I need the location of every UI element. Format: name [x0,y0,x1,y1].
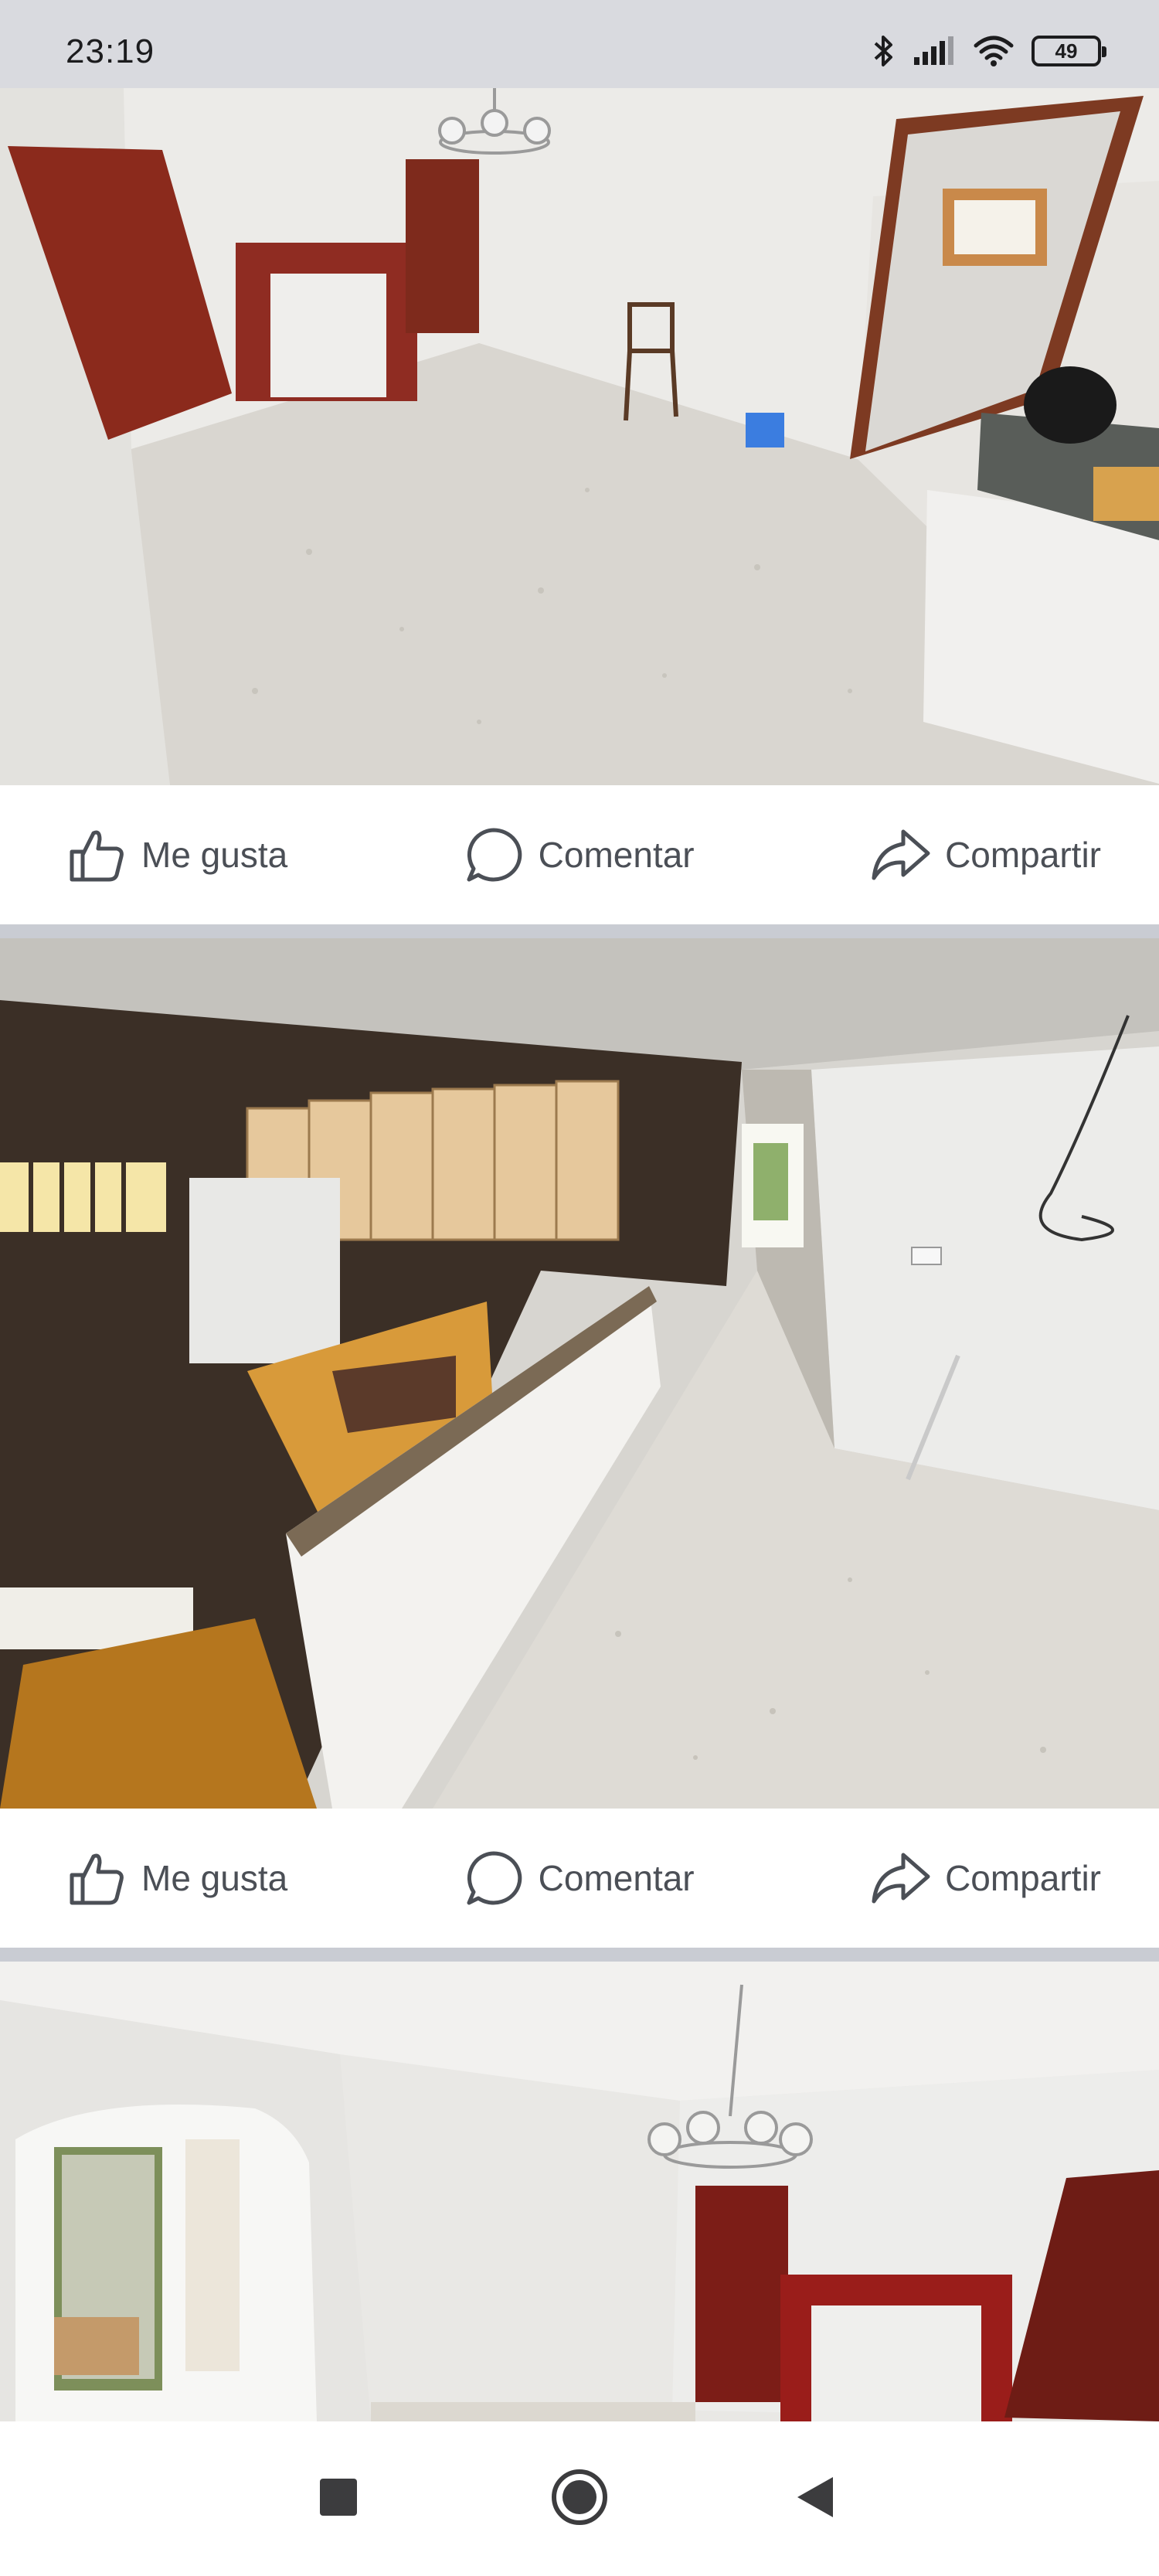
post-photo-1[interactable] [0,88,1159,785]
comment-bubble-icon [463,824,525,886]
bluetooth-icon [872,34,896,68]
like-button[interactable]: Me gusta [66,1847,287,1909]
share-button[interactable]: Compartir [869,1847,1101,1909]
battery-level: 49 [1055,39,1078,63]
comment-button[interactable]: Comentar [463,1847,695,1909]
like-label: Me gusta [141,1858,288,1898]
back-icon [794,2476,836,2523]
wifi-icon [973,35,1015,67]
post-divider [0,1948,1159,1962]
like-label: Me gusta [141,835,288,875]
signal-icon [913,36,956,66]
comment-label: Comentar [538,835,695,875]
recents-icon [318,2476,359,2522]
post-actions-1: Me gusta Comentar Compartir [0,785,1159,924]
status-time: 23:19 [66,32,155,70]
system-nav-bar [0,2421,1159,2576]
post-actions-2: Me gusta Comentar Compartir [0,1809,1159,1948]
share-label: Compartir [945,835,1101,875]
comment-button[interactable]: Comentar [463,824,695,886]
comment-bubble-icon [463,1847,525,1909]
status-bar: 23:19 49 [0,0,1159,88]
like-button[interactable]: Me gusta [66,824,287,886]
thumbs-up-icon [66,824,127,886]
status-icons: 49 [872,34,1106,68]
home-icon [550,2468,609,2530]
recents-button[interactable] [304,2464,373,2533]
comment-label: Comentar [538,1858,695,1898]
battery-icon: 49 [1032,36,1106,66]
share-button[interactable]: Compartir [869,824,1101,886]
home-button[interactable] [545,2464,614,2533]
share-label: Compartir [945,1858,1101,1898]
post-photo-2[interactable] [0,938,1159,1809]
share-arrow-icon [869,1847,931,1909]
thumbs-up-icon [66,1847,127,1909]
share-arrow-icon [869,824,931,886]
post-divider [0,924,1159,938]
back-button[interactable] [780,2464,850,2533]
post-photo-3[interactable] [0,1962,1159,2421]
